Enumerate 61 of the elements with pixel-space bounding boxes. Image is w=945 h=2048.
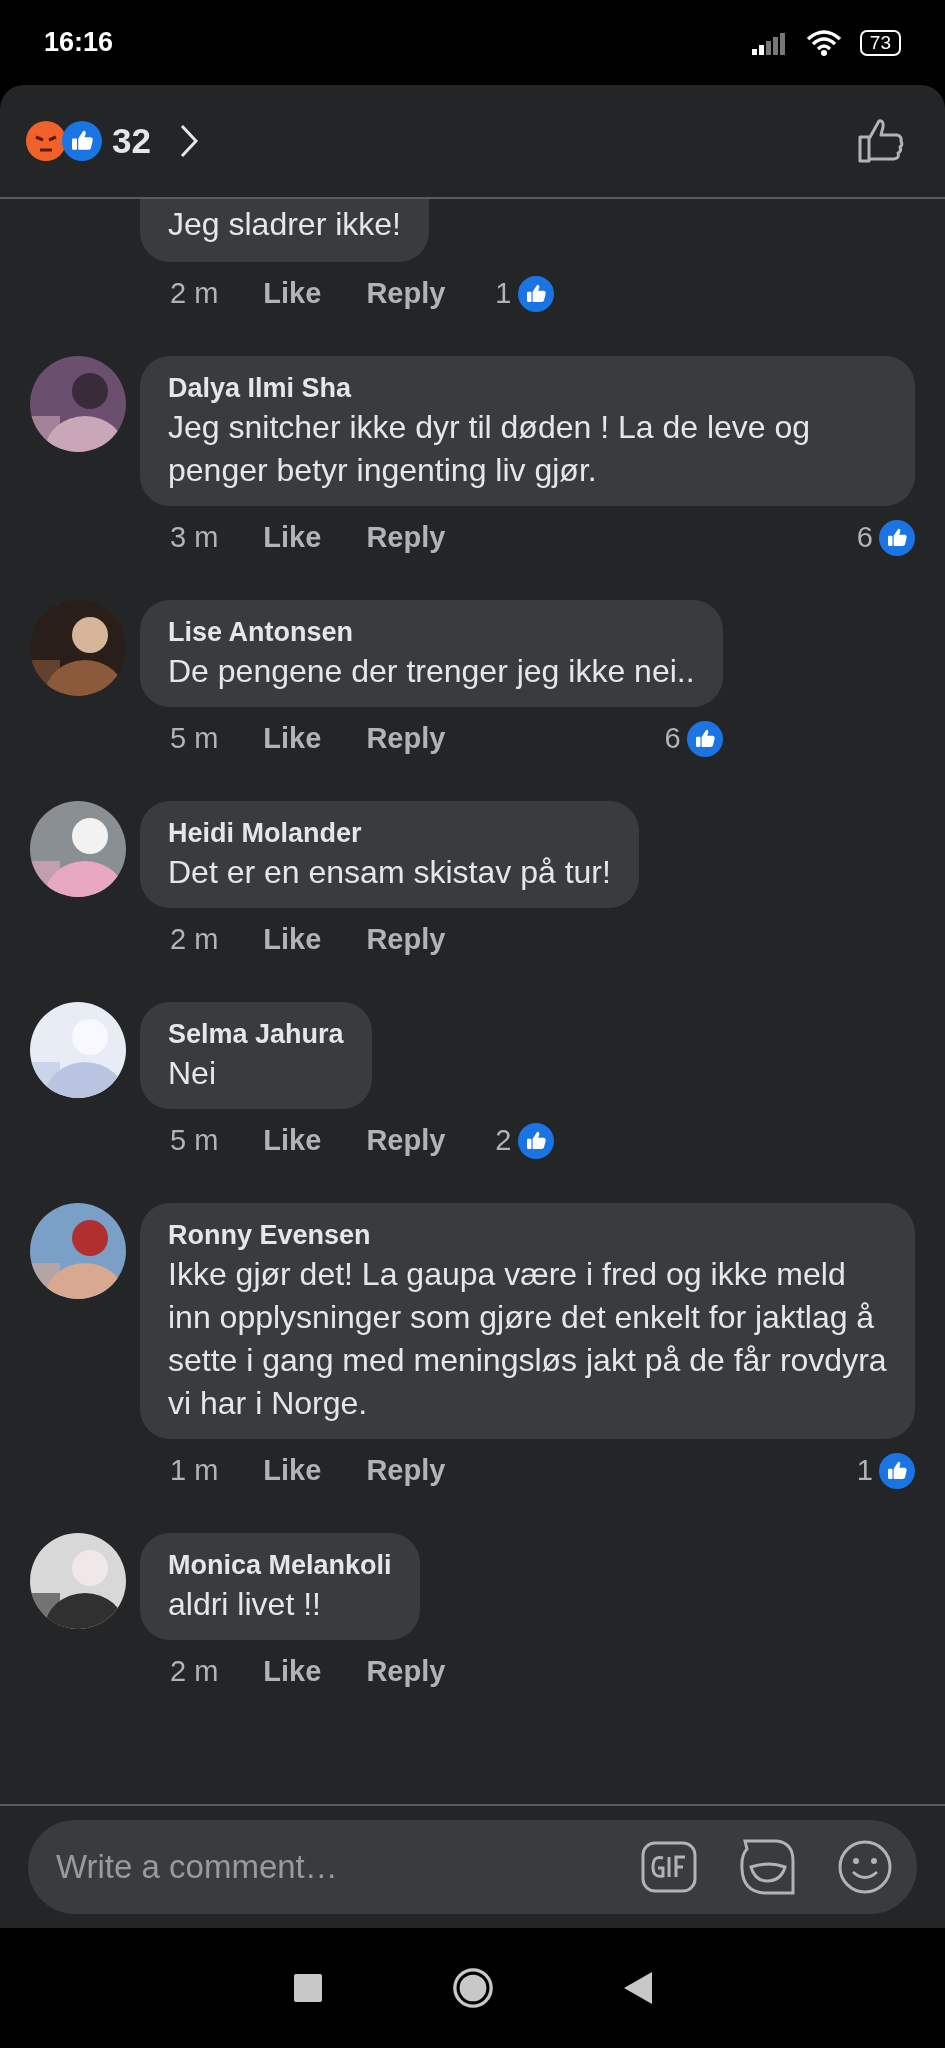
reaction-count: 6 xyxy=(664,721,681,757)
comment-time: 5 m xyxy=(170,721,219,757)
comment-text: Jeg snitcher ikke dyr til døden ! La de leve og penger betyr ingenting liv gjør. xyxy=(168,408,812,490)
comment-time: 2 m xyxy=(170,276,219,312)
comment-field[interactable]: Write a comment… xyxy=(28,1820,917,1914)
reaction-count: 1 xyxy=(495,276,512,312)
back-nav-icon[interactable] xyxy=(623,1972,652,2004)
reply-link[interactable]: Reply xyxy=(366,1119,446,1163)
sticker-icon[interactable] xyxy=(737,1837,797,1897)
commenter-name[interactable]: Monica Melankoli xyxy=(168,1547,392,1583)
home-nav-icon[interactable] xyxy=(451,1967,494,2009)
like-icon xyxy=(879,520,915,556)
comment-text: Ikke gjør det! La gaupa være i fred og ikke meld inn opplysninger som gjøre det enkelt for jaktlag å sette i gang med meningsløs jakt på de får rovdyra vi har i Norge. xyxy=(168,1255,887,1423)
reply-link[interactable]: Reply xyxy=(366,918,446,962)
like-icon xyxy=(879,1453,915,1489)
comment-time: 2 m xyxy=(170,1654,219,1690)
commenter-name[interactable]: Heidi Molander xyxy=(168,815,611,851)
commenter-name[interactable]: Dalya Ilmi Sha xyxy=(168,370,887,406)
gif-icon[interactable] xyxy=(641,1841,697,1893)
commenter-name[interactable]: Selma Jahura xyxy=(168,1016,344,1052)
like-icon xyxy=(517,1123,554,1159)
reply-link[interactable]: Reply xyxy=(366,1650,446,1694)
comment-time: 3 m xyxy=(170,520,219,556)
reaction-count: 6 xyxy=(856,520,873,556)
square-nav-icon[interactable] xyxy=(293,1974,322,2002)
comment-time: 2 m xyxy=(170,922,219,958)
battery-indicator: 73 xyxy=(859,29,901,56)
commenter-name[interactable]: Lise Antonsen xyxy=(168,614,695,650)
reply-link[interactable]: Reply xyxy=(366,272,446,316)
like-icon xyxy=(62,121,102,161)
like-icon xyxy=(686,721,723,757)
reply-link[interactable]: Reply xyxy=(366,1449,446,1493)
like-link[interactable]: Like xyxy=(263,1650,322,1694)
chevron-right-icon[interactable] xyxy=(178,123,199,159)
like-link[interactable]: Like xyxy=(263,717,322,761)
comment-time: 1 m xyxy=(170,1453,219,1489)
comment-text: Nei xyxy=(168,1054,217,1093)
comment-input[interactable]: Write a comment… xyxy=(56,1842,625,1892)
reply-link[interactable]: Reply xyxy=(366,717,446,761)
angry-face-icon xyxy=(26,121,66,161)
reaction-count: 2 xyxy=(495,1123,512,1159)
commenter-name[interactable]: Ronny Evensen xyxy=(168,1217,887,1253)
reaction-count: 1 xyxy=(856,1453,873,1489)
like-link[interactable]: Like xyxy=(263,1119,322,1163)
like-link[interactable]: Like xyxy=(263,1449,322,1493)
signal-icon xyxy=(751,30,788,55)
comment-text: Jeg sladrer ikke! xyxy=(168,205,401,244)
comment-time: 5 m xyxy=(170,1123,219,1159)
reply-link[interactable]: Reply xyxy=(366,516,446,560)
wifi-icon xyxy=(805,28,842,57)
status-time: 16:16 xyxy=(44,26,114,60)
like-link[interactable]: Like xyxy=(263,918,322,962)
emoji-icon[interactable] xyxy=(837,1839,893,1895)
like-icon xyxy=(517,276,554,312)
like-link[interactable]: Like xyxy=(263,516,322,560)
comment-text: Det er en ensam skistav på tur! xyxy=(168,853,611,892)
like-link[interactable]: Like xyxy=(263,272,322,316)
comment-text: De pengene der trenger jeg ikke nei.. xyxy=(168,652,695,691)
comment-text: aldri livet !! xyxy=(168,1585,322,1624)
reaction-total[interactable]: 32 xyxy=(112,114,151,168)
thumbs-up-icon[interactable] xyxy=(857,117,905,165)
